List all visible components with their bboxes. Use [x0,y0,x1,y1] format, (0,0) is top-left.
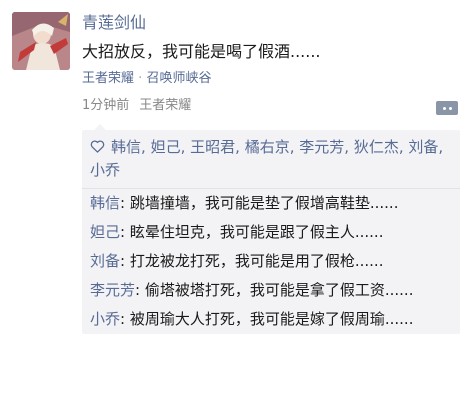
comments-list: 韩信: 跳墙撞墙，我可能是垫了假增高鞋垫...... 妲己: 眩晕住坦克，我可能是… [82,189,460,334]
comment-author[interactable]: 刘备 [90,252,120,270]
like-separator: , [289,138,300,156]
post-time: 1分钟前 [82,98,130,113]
comment-text: 打龙被龙打死，我可能是用了假枪...... [125,252,384,270]
comment-item[interactable]: 刘备: 打龙被龙打死，我可能是用了假枪...... [82,247,460,276]
comment-item[interactable]: 小乔: 被周瑜大人打死，我可能是嫁了假周瑜...... [82,305,460,334]
dot-icon [442,106,446,110]
post-meta: 1分钟前 王者荣耀 [82,97,460,115]
post-source[interactable]: 王者荣耀 · 召唤师峡谷 [82,70,211,88]
like-user-name[interactable]: 韩信 [111,138,141,156]
interaction-panel: 韩信, 妲己, 王昭君, 橘右京, 李元芳, 狄仁杰, 刘备, 小乔 韩信: 跳… [82,124,460,334]
like-user-name[interactable]: 王昭君 [190,138,235,156]
like-separator: , [344,138,354,156]
like-separator: , [235,138,245,156]
like-separator: , [180,138,191,156]
comment-item[interactable]: 李元芳: 偷塔被塔打死，我可能是拿了假工资...... [82,276,460,305]
comment-author[interactable]: 小乔 [90,310,120,328]
comment-text: 偷塔被塔打死，我可能是拿了假工资...... [140,281,414,299]
more-actions-button[interactable] [436,101,458,115]
post-author-name[interactable]: 青莲剑仙 [82,12,146,34]
like-separator: , [438,138,444,156]
avatar-image [12,12,70,70]
source-detail[interactable]: 召唤师峡谷 [146,71,211,86]
likes-row: 韩信, 妲己, 王昭君, 橘右京, 李元芳, 狄仁杰, 刘备, 小乔 [82,130,460,189]
comment-text: 被周瑜大人打死，我可能是嫁了假周瑜...... [125,310,414,328]
like-user-name[interactable]: 妲己 [151,138,181,156]
likes-list: 韩信, 妲己, 王昭君, 橘右京, 李元芳, 狄仁杰, 刘备, 小乔 [90,138,443,179]
comment-item[interactable]: 韩信: 跳墙撞墙，我可能是垫了假增高鞋垫...... [82,189,460,218]
comment-item[interactable]: 妲己: 眩晕住坦克，我可能是跟了假主人...... [82,218,460,247]
avatar[interactable] [12,12,70,70]
like-separator: , [398,138,409,156]
like-user-name[interactable]: 狄仁杰 [354,138,399,156]
comment-author[interactable]: 韩信 [90,194,120,212]
dot-icon [448,106,452,110]
source-separator: · [138,71,143,86]
like-separator: , [141,138,151,156]
comment-text: 眩晕住坦克，我可能是跟了假主人...... [125,223,384,241]
post-time-app[interactable]: 王者荣耀 [139,98,191,113]
like-user-name[interactable]: 橘右京 [245,138,290,156]
heart-outline-icon [90,140,105,153]
like-user-name[interactable]: 刘备 [408,138,438,156]
comment-author[interactable]: 李元芳 [90,281,135,299]
like-user-name[interactable]: 小乔 [90,161,120,179]
post-content: 大招放反，我可能是喝了假酒...... [82,42,321,61]
source-app-name[interactable]: 王者荣耀 [82,71,134,86]
comment-author[interactable]: 妲己 [90,223,120,241]
like-user-name[interactable]: 李元芳 [299,138,344,156]
comment-text: 跳墙撞墙，我可能是垫了假增高鞋垫...... [125,194,399,212]
